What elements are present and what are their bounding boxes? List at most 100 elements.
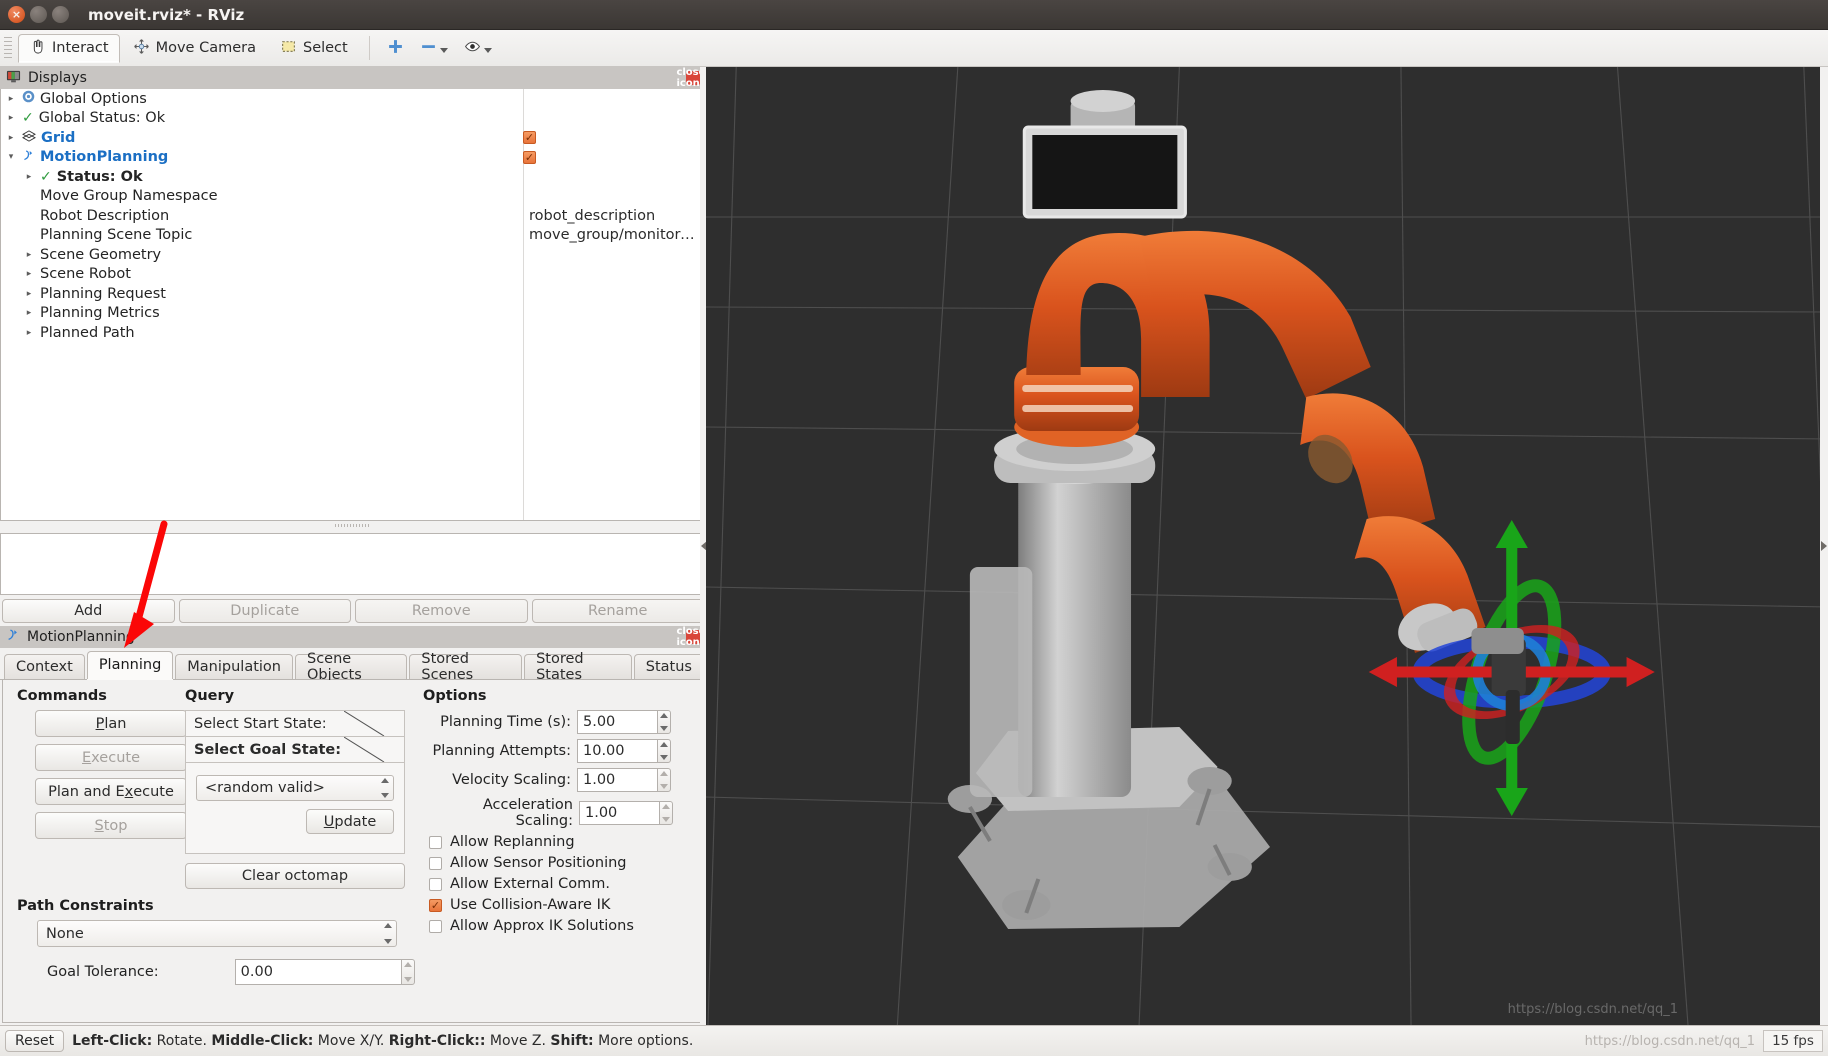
planning-time-s-spinner[interactable]: 5.00 — [577, 710, 671, 734]
display-tree-row[interactable]: ▸ Planned Path — [1, 323, 705, 343]
display-tree-row-value[interactable]: move_group/monitore… — [523, 227, 703, 243]
display-visibility-checkbox[interactable]: ✓ — [523, 131, 536, 145]
acceleration-scaling-spinner[interactable]: 1.00 — [579, 801, 673, 825]
path-constraints-combobox[interactable]: None — [37, 920, 397, 947]
allow-sensor-positioning-checkbox[interactable] — [429, 856, 442, 870]
add-display-button[interactable]: Add — [2, 599, 175, 623]
execute-button[interactable]: Execute — [35, 744, 187, 771]
tab-planning[interactable]: Planning — [86, 651, 174, 679]
acceleration-scaling-value[interactable]: 1.00 — [579, 801, 659, 825]
stop-button[interactable]: Stop — [35, 812, 187, 839]
planning-attempts-spinner[interactable]: 10.00 — [577, 739, 671, 763]
tab-status[interactable]: Status — [633, 654, 704, 679]
display-tree-row[interactable]: ▸ ✓ Global Status: Ok — [1, 109, 705, 129]
tree-expander[interactable]: ▸ — [23, 211, 35, 221]
velocity-scaling-value[interactable]: 1.00 — [577, 768, 657, 792]
tree-expander[interactable]: ▸ — [23, 172, 35, 182]
window-close-button[interactable]: × — [8, 6, 25, 23]
goal-tolerance-spinner[interactable]: 0.00 — [234, 959, 415, 985]
add-tool-button[interactable] — [380, 34, 411, 63]
display-tree-row[interactable]: ▸ Global Options — [1, 89, 705, 109]
allow-approx-ik-solutions-checkbox[interactable] — [429, 919, 442, 933]
allow-replanning-checkbox[interactable] — [429, 835, 442, 849]
tree-expander[interactable]: ▸ — [23, 250, 35, 260]
acceleration-scaling-stepper[interactable] — [659, 801, 673, 825]
tree-expander[interactable]: ▸ — [5, 94, 17, 104]
display-tree-row[interactable]: ▸ Robot Description robot_description — [1, 206, 705, 226]
close-icon[interactable]: close-icon — [676, 626, 709, 648]
tab-scene-objects[interactable]: Scene Objects — [294, 651, 408, 683]
allow-approx-ik-solutions-checkbox-row[interactable]: Allow Approx IK Solutions — [423, 918, 673, 934]
goal-state-dropdown-arrow[interactable] — [344, 737, 404, 762]
tab-context[interactable]: Context — [4, 654, 85, 679]
planning-attempts-value[interactable]: 10.00 — [577, 739, 657, 763]
display-tree-row-value[interactable]: robot_description — [523, 208, 703, 224]
tree-expander[interactable]: ▸ — [23, 230, 35, 240]
goal-state-combobox[interactable]: <random valid> — [196, 775, 394, 801]
allow-external-comm-checkbox-row[interactable]: Allow External Comm. — [423, 876, 673, 892]
display-tree-row-label: Move Group Namespace — [40, 188, 218, 205]
use-collision-aware-ik-checkbox[interactable]: ✓ — [429, 898, 442, 912]
tree-expander[interactable]: ▸ — [23, 191, 35, 201]
plan-and-execute-button[interactable]: Plan and Ex ecute — [35, 778, 187, 805]
reset-button[interactable]: Reset — [5, 1030, 65, 1052]
chevron-down-icon[interactable] — [439, 47, 448, 53]
remove-display-button[interactable]: Remove — [355, 599, 528, 623]
display-tree-row[interactable]: ▸ Move Group Namespace — [1, 187, 705, 207]
tab-stored-states[interactable]: Stored States — [524, 651, 632, 683]
tree-expander[interactable]: ▸ — [23, 308, 35, 318]
tree-expander[interactable]: ▸ — [5, 113, 17, 123]
tree-expander[interactable]: ▸ — [23, 269, 35, 279]
update-button[interactable]: Update — [306, 809, 394, 834]
window-maximize-button[interactable] — [52, 6, 69, 23]
focus-tool-button[interactable] — [457, 34, 499, 63]
dock-splitter-handle[interactable] — [0, 521, 706, 529]
select-goal-state-row[interactable]: Select Goal State: — [186, 737, 404, 763]
display-tree-row[interactable]: ▸ Planning Request — [1, 284, 705, 304]
remove-tool-button[interactable] — [413, 34, 455, 63]
velocity-scaling-spinner[interactable]: 1.00 — [577, 768, 671, 792]
planning-time-s-stepper[interactable] — [657, 710, 671, 734]
plan-button[interactable]: Plan — [35, 710, 187, 737]
clear-octomap-button[interactable]: Clear octomap — [185, 863, 405, 889]
display-tree-row[interactable]: ▸ Planning Metrics — [1, 304, 705, 324]
goal-tolerance-value[interactable]: 0.00 — [234, 959, 401, 985]
right-panel-expand-handle[interactable] — [1820, 67, 1828, 1025]
close-icon[interactable]: close-icon — [676, 67, 709, 89]
planning-time-s-value[interactable]: 5.00 — [577, 710, 657, 734]
tab-manipulation[interactable]: Manipulation — [175, 654, 293, 679]
display-tree-row[interactable]: ▸ Scene Geometry — [1, 245, 705, 265]
display-tree-row[interactable]: ▸ Scene Robot — [1, 265, 705, 285]
tool-select[interactable]: Select — [269, 34, 359, 63]
window-minimize-button[interactable] — [30, 6, 47, 23]
select-start-state-row[interactable]: Select Start State: — [186, 711, 404, 737]
display-tree-row[interactable]: ▸ Grid ✓ — [1, 128, 705, 148]
rviz-3d-viewport[interactable]: https://blog.csdn.net/qq_1 — [706, 67, 1828, 1025]
display-tree-row[interactable]: ▸ ✓ Status: Ok — [1, 167, 705, 187]
chevron-down-icon[interactable] — [483, 47, 492, 53]
toolbar-drag-handle[interactable] — [4, 37, 12, 59]
display-tree-row[interactable]: ▾ MotionPlanning ✓ — [1, 148, 705, 168]
allow-external-comm-checkbox[interactable] — [429, 877, 442, 891]
velocity-scaling-stepper[interactable] — [657, 768, 671, 792]
path-constraints-spin-arrows[interactable] — [382, 923, 393, 944]
displays-tree[interactable]: ▸ Global Options ▸ ✓ Global Status: Ok ▸ Grid ✓… — [0, 89, 706, 521]
allow-replanning-checkbox-row[interactable]: Allow Replanning — [423, 834, 673, 850]
tool-move-camera[interactable]: Move Camera — [122, 34, 267, 63]
duplicate-display-button[interactable]: Duplicate — [178, 599, 351, 623]
rename-display-button[interactable]: Rename — [531, 599, 704, 623]
goal-state-spin-arrows[interactable] — [379, 778, 390, 798]
display-tree-row[interactable]: ▸ Planning Scene Topic move_group/monitore… — [1, 226, 705, 246]
tree-expander[interactable]: ▾ — [5, 152, 17, 162]
tab-stored-scenes[interactable]: Stored Scenes — [409, 651, 523, 683]
planning-attempts-stepper[interactable] — [657, 739, 671, 763]
goal-tolerance-stepper[interactable] — [400, 959, 415, 985]
tree-expander[interactable]: ▸ — [23, 328, 35, 338]
tree-expander[interactable]: ▸ — [23, 289, 35, 299]
start-state-dropdown-arrow[interactable] — [344, 711, 404, 736]
allow-sensor-positioning-checkbox-row[interactable]: Allow Sensor Positioning — [423, 855, 673, 871]
use-collision-aware-ik-checkbox-row[interactable]: ✓ Use Collision-Aware IK — [423, 897, 673, 913]
tree-expander[interactable]: ▸ — [5, 133, 17, 143]
tool-interact[interactable]: Interact — [18, 33, 120, 63]
display-visibility-checkbox[interactable]: ✓ — [523, 150, 536, 164]
